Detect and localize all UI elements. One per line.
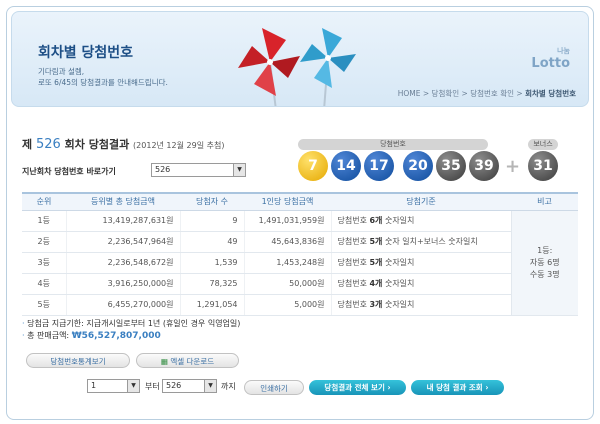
- range-from-select[interactable]: 1 ▼: [87, 379, 140, 393]
- col-total-prize: 등위별 총 당첨금액: [66, 192, 180, 211]
- winning-numbers-label: 당첨번호: [298, 139, 488, 150]
- winning-ball-3: 17: [364, 151, 394, 181]
- pinwheel-illustration: [238, 28, 356, 106]
- draw-date: (2012년 12월 29일 추첨): [133, 141, 225, 150]
- page-title: 회차별 당첨번호: [38, 45, 134, 61]
- range-to-label: 까지: [221, 382, 236, 391]
- chevron-right-icon: ›: [387, 383, 391, 392]
- winning-ball-4: 20: [403, 151, 433, 181]
- table-row: 4등 3,916,250,000원 78,325 50,000원 당첨번호 4개…: [22, 273, 578, 295]
- col-winners: 당첨자 수: [180, 192, 244, 211]
- stats-button[interactable]: 당첨번호통계보기: [26, 353, 130, 368]
- chevron-down-icon: ▼: [233, 164, 245, 176]
- winning-ball-6: 39: [469, 151, 499, 181]
- round-select[interactable]: 526 ▼: [151, 163, 246, 177]
- winning-ball-1: 7: [298, 151, 328, 181]
- round-number: 526: [35, 137, 61, 152]
- round-title: 제 526 회차 당첨결과 (2012년 12월 29일 추첨): [22, 137, 225, 152]
- first-prize-note: 1등: 자동 6명 수동 3명: [510, 210, 578, 316]
- col-note: 비고: [511, 192, 578, 211]
- table-row: 2등 2,236,547,964원 49 45,643,836원 당첨번호 5개…: [22, 231, 578, 253]
- excel-download-button[interactable]: ▦ 엑셀 다운로드: [136, 353, 239, 368]
- breadcrumb-win-check[interactable]: 당첨확인: [432, 89, 460, 98]
- my-result-button[interactable]: 내 당첨 결과 조회 ›: [411, 380, 504, 395]
- bonus-label: 보너스: [528, 139, 558, 150]
- view-all-results-button[interactable]: 당첨결과 전체 보기 ›: [309, 380, 406, 395]
- excel-icon: ▦: [160, 357, 168, 366]
- breadcrumb-win-numbers[interactable]: 당첨번호 확인: [470, 89, 514, 98]
- plus-icon: +: [505, 156, 521, 177]
- chevron-down-icon: ▼: [127, 380, 139, 392]
- col-per-winner: 1인당 당첨금액: [244, 192, 331, 211]
- table-row: 3등 2,236,548,672원 1,539 1,453,248원 당첨번호 …: [22, 252, 578, 274]
- breadcrumb: HOME > 당첨확인 > 당첨번호 확인 > 회차별 당첨번호: [397, 89, 576, 98]
- table-row: 1등 13,419,287,631원 9 1,491,031,959원 당첨번호…: [22, 210, 578, 316]
- past-round-label: 지난회차 당첨번호 바로가기: [22, 167, 116, 176]
- payout-period: · 당첨금 지급기한: 지급개시일로부터 1년 (휴일인 경우 익영업일): [22, 319, 241, 328]
- breadcrumb-current: 회차별 당첨번호: [525, 89, 576, 98]
- table-row: 5등 6,455,270,000원 1,291,054 5,000원 당첨번호 …: [22, 294, 578, 316]
- prize-table: 순위 등위별 총 당첨금액 당첨자 수 1인당 당첨금액 당첨기준 비고 1등 …: [22, 192, 578, 316]
- range-from-label: 부터: [145, 382, 160, 391]
- chevron-right-icon: ›: [485, 383, 489, 392]
- page-description: 기다림과 설렘, 로또 6/45의 당첨결과를 안내해드립니다.: [38, 67, 168, 87]
- print-button[interactable]: 인쇄하기: [244, 380, 304, 395]
- col-criteria: 당첨기준: [331, 192, 511, 211]
- table-header-row: 순위 등위별 총 당첨금액 당첨자 수 1인당 당첨금액 당첨기준 비고: [22, 192, 578, 211]
- chevron-down-icon: ▼: [204, 380, 216, 392]
- lotto-logo: 나눔 Lotto: [531, 47, 570, 71]
- col-rank: 순위: [22, 192, 66, 211]
- page-header: 회차별 당첨번호 기다림과 설렘, 로또 6/45의 당첨결과를 안내해드립니다…: [11, 11, 589, 107]
- breadcrumb-home[interactable]: HOME: [398, 89, 421, 98]
- range-to-select[interactable]: 526 ▼: [162, 379, 217, 393]
- winning-ball-5: 35: [436, 151, 466, 181]
- total-sales: · 총 판매금액: ₩56,527,807,000: [22, 331, 161, 341]
- bonus-ball: 31: [528, 151, 558, 181]
- winning-ball-2: 14: [331, 151, 361, 181]
